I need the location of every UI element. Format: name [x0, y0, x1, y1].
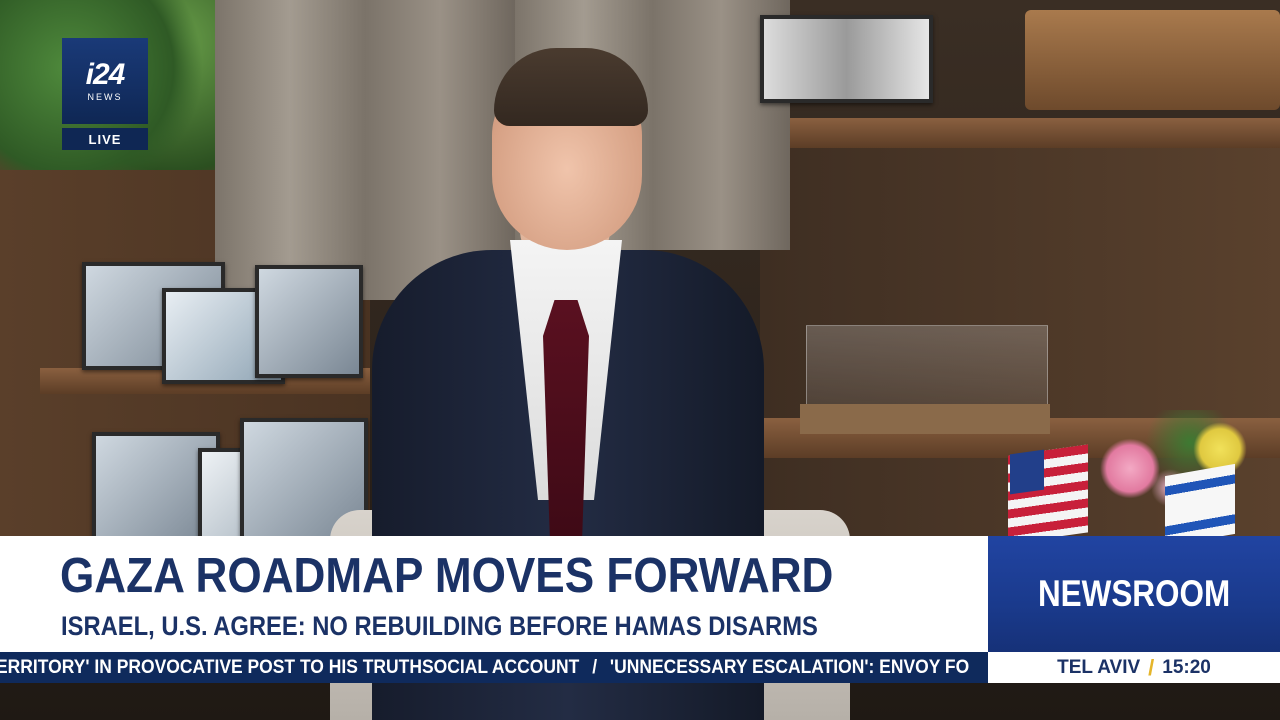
person-tie [543, 300, 589, 540]
us-flag-canton [1010, 449, 1044, 495]
israel-flag [1165, 463, 1235, 547]
ticker-strip: ERRITORY' IN PROVOCATIVE POST TO HIS TRU… [0, 657, 969, 679]
location-clock: TEL AVIV / 15:20 [988, 652, 1280, 683]
ticker-item: 'UNNECESSARY ESCALATION': ENVOY FO [609, 656, 970, 678]
news-ticker: ERRITORY' IN PROVOCATIVE POST TO HIS TRU… [0, 652, 988, 683]
location-city: TEL AVIV [1057, 656, 1141, 678]
logo-text: i24 [85, 58, 126, 91]
channel-logo: i24 NEWS [62, 38, 148, 124]
live-badge: LIVE [62, 128, 148, 150]
photo-frame [760, 15, 933, 103]
photo-frame [255, 265, 363, 378]
headline: GAZA ROADMAP MOVES FORWARD [60, 549, 834, 603]
clock-separator: / [1148, 654, 1155, 680]
subheadline: ISRAEL, U.S. AGREE: NO REBUILDING BEFORE… [61, 611, 818, 641]
copper-pot [1025, 10, 1280, 110]
display-case-base [800, 404, 1050, 434]
program-name: NEWSROOM [1037, 573, 1231, 614]
clock-time: 15:20 [1162, 656, 1211, 678]
program-badge: NEWSROOM [988, 536, 1280, 652]
ticker-item: ERRITORY' IN PROVOCATIVE POST TO HIS TRU… [0, 656, 580, 678]
ticker-separator: / [592, 656, 598, 678]
logo-subtext: NEWS [87, 92, 123, 102]
